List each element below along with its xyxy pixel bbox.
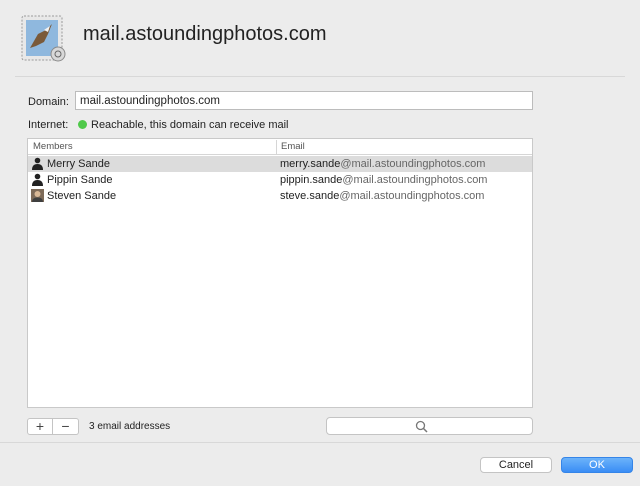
add-member-button[interactable]: + [27,418,53,435]
domain-input[interactable] [75,91,533,110]
table-row[interactable]: Pippin Sande pippin.sande@mail.astoundin… [28,172,532,188]
table-header: Members Email [28,139,532,155]
ok-button[interactable]: OK [561,457,633,473]
member-email: merry.sande@mail.astoundingphotos.com [280,158,485,170]
internet-status-text: Reachable, this domain can receive mail [91,119,289,131]
email-user: merry.sande [280,158,341,170]
column-header-members[interactable]: Members [33,141,73,152]
table-row[interactable]: Merry Sande merry.sande@mail.astoundingp… [28,156,532,172]
email-user: pippin.sande [280,174,343,186]
internet-label: Internet: [28,119,69,131]
cancel-button[interactable]: Cancel [480,457,552,473]
footer-divider [0,442,640,443]
photo-avatar-icon [31,189,44,202]
member-name: Steven Sande [47,190,117,202]
email-user: steve.sande [280,190,340,202]
column-header-email[interactable]: Email [281,141,305,152]
person-silhouette-icon [32,173,43,186]
window-title: mail.astoundingphotos.com [83,23,327,45]
table-row[interactable]: Steven Sande steve.sande@mail.astounding… [28,188,532,204]
search-field[interactable] [326,417,533,435]
person-silhouette-icon [32,157,43,170]
email-domain: @mail.astoundingphotos.com [342,174,488,186]
member-email: steve.sande@mail.astoundingphotos.com [280,190,484,202]
domain-label: Domain: [28,96,69,108]
dialog-header: mail.astoundingphotos.com [0,0,640,76]
members-table[interactable]: Members Email Merry Sande merry.sande@ma… [27,138,533,408]
email-count-label: 3 email addresses [89,421,171,432]
magnifier-icon [415,420,428,433]
mail-stamp-eagle-icon [21,15,66,62]
email-domain: @mail.astoundingphotos.com [339,190,485,202]
member-name: Merry Sande [47,158,110,170]
column-divider[interactable] [276,140,277,154]
remove-member-button[interactable]: − [53,418,79,435]
status-dot-icon [78,120,87,129]
email-domain: @mail.astoundingphotos.com [340,158,486,170]
member-email: pippin.sande@mail.astoundingphotos.com [280,174,487,186]
member-name: Pippin Sande [47,174,113,186]
